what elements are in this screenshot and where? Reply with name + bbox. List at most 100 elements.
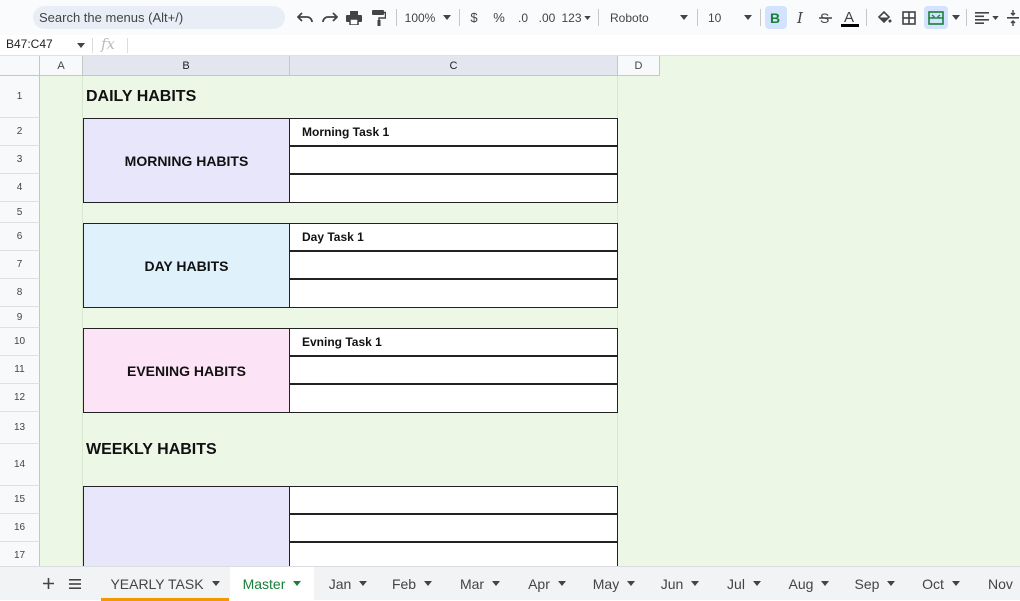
tab-jul[interactable]: Jul (712, 567, 776, 600)
strikethrough-button[interactable]: S (814, 6, 836, 29)
task-cell[interactable] (289, 384, 618, 413)
row-header[interactable]: 5 (0, 202, 40, 223)
chevron-down-icon (821, 581, 830, 586)
all-sheets-button[interactable] (64, 567, 86, 600)
row-header[interactable]: 4 (0, 174, 40, 202)
fill-color-button[interactable] (873, 6, 895, 29)
tab-label: Sep (854, 575, 880, 592)
row-header[interactable]: 12 (0, 384, 40, 412)
merge-options-dropdown[interactable] (950, 6, 962, 29)
morning-habits-label[interactable]: MORNING HABITS (83, 118, 290, 203)
task-cell[interactable] (289, 542, 618, 566)
text-color-button[interactable]: A (838, 6, 862, 29)
tab-nov[interactable]: Nov (978, 567, 1020, 600)
divider (966, 9, 967, 26)
plus-icon (42, 578, 54, 589)
borders-button[interactable] (898, 6, 920, 29)
evening-habits-label[interactable]: EVENING HABITS (83, 328, 290, 413)
chevron-down-icon (691, 581, 700, 586)
currency-format-button[interactable]: $ (466, 6, 482, 29)
chevron-down-icon (583, 15, 591, 20)
search-menus-input[interactable]: Search the menus (Alt+/) (33, 6, 285, 29)
column-header-c[interactable]: C (290, 56, 618, 76)
task-cell[interactable] (289, 279, 618, 308)
increase-decimal-button[interactable]: .00 (536, 6, 558, 29)
row-header[interactable]: 9 (0, 307, 40, 328)
tab-label: Feb (391, 575, 417, 592)
chevron-down-icon (492, 581, 501, 586)
font-size-select[interactable]: 10 (704, 6, 756, 29)
select-all-corner[interactable] (0, 56, 40, 76)
bold-button[interactable]: B (765, 6, 787, 29)
tab-label: Aug (788, 575, 814, 592)
svg-text:A: A (844, 9, 854, 26)
row-header[interactable]: 2 (0, 118, 40, 146)
chevron-down-icon[interactable] (77, 43, 85, 48)
tab-jun[interactable]: Jun (648, 567, 712, 600)
divider (127, 38, 128, 53)
day-task-cell[interactable]: Day Task 1 (289, 223, 618, 251)
task-cell[interactable] (289, 251, 618, 279)
tab-label: Jan (328, 575, 352, 592)
font-family-select[interactable]: Roboto (606, 6, 692, 29)
tab-apr[interactable]: Apr (514, 567, 580, 600)
row-header[interactable]: 15 (0, 486, 40, 514)
chevron-down-icon (557, 581, 566, 586)
divider (459, 9, 460, 26)
task-cell[interactable] (289, 486, 618, 514)
row-header[interactable]: 11 (0, 356, 40, 384)
redo-icon[interactable] (319, 6, 341, 29)
tab-yearly-task[interactable]: YEARLY TASK (101, 567, 229, 600)
row-header[interactable]: 8 (0, 279, 40, 307)
morning-task-cell[interactable]: Morning Task 1 (289, 118, 618, 146)
row-header[interactable]: 14 (0, 444, 40, 486)
daily-habits-heading: DAILY HABITS (86, 88, 197, 105)
tab-sep[interactable]: Sep (842, 567, 908, 600)
row-header[interactable]: 10 (0, 328, 40, 356)
chevron-down-icon (211, 581, 220, 586)
row-header[interactable]: 16 (0, 514, 40, 542)
horizontal-align-button[interactable] (972, 6, 1002, 29)
number-format-select[interactable]: 123 (561, 6, 591, 29)
tab-mar[interactable]: Mar (446, 567, 514, 600)
row-header[interactable]: 3 (0, 146, 40, 174)
name-box[interactable]: B47:C47 (6, 37, 53, 51)
tab-label: Master (242, 575, 286, 592)
undo-icon[interactable] (294, 6, 316, 29)
tab-oct[interactable]: Oct (908, 567, 974, 600)
zoom-select[interactable]: 100% (402, 6, 454, 29)
tab-may[interactable]: May (580, 567, 648, 600)
day-habits-label[interactable]: DAY HABITS (83, 223, 290, 308)
merge-cells-icon (928, 10, 944, 25)
tab-master[interactable]: Master (230, 567, 314, 600)
chevron-down-icon (359, 581, 368, 586)
column-header-b[interactable]: B (83, 56, 290, 76)
add-sheet-button[interactable] (36, 567, 60, 600)
merge-cells-button[interactable] (924, 6, 948, 29)
row-header[interactable]: 17 (0, 542, 40, 566)
vertical-align-button[interactable] (1005, 6, 1020, 29)
row-header[interactable]: 7 (0, 251, 40, 279)
column-header-d[interactable]: D (618, 56, 660, 76)
chevron-down-icon (887, 581, 896, 586)
evening-task-cell[interactable]: Evning Task 1 (289, 328, 618, 356)
tab-aug[interactable]: Aug (776, 567, 842, 600)
task-cell[interactable] (289, 356, 618, 384)
print-icon[interactable] (343, 6, 365, 29)
column-header-a[interactable]: A (40, 56, 83, 76)
weekly-habits-label[interactable] (83, 486, 290, 566)
row-header[interactable]: 6 (0, 223, 40, 251)
row-header[interactable]: 1 (0, 76, 40, 118)
svg-text:B: B (770, 11, 780, 24)
tab-feb[interactable]: Feb (380, 567, 444, 600)
task-cell[interactable] (289, 174, 618, 203)
spreadsheet-grid[interactable]: A B C D 1 2 3 4 5 6 7 8 9 10 11 12 13 14… (0, 56, 1020, 566)
task-cell[interactable] (289, 146, 618, 174)
decrease-decimal-button[interactable]: .0 (513, 6, 533, 29)
tab-jan[interactable]: Jan (316, 567, 380, 600)
percent-format-button[interactable]: % (490, 6, 508, 29)
row-header[interactable]: 13 (0, 412, 40, 444)
paint-format-icon[interactable] (368, 6, 390, 29)
italic-button[interactable]: I (790, 6, 812, 29)
task-cell[interactable] (289, 514, 618, 542)
